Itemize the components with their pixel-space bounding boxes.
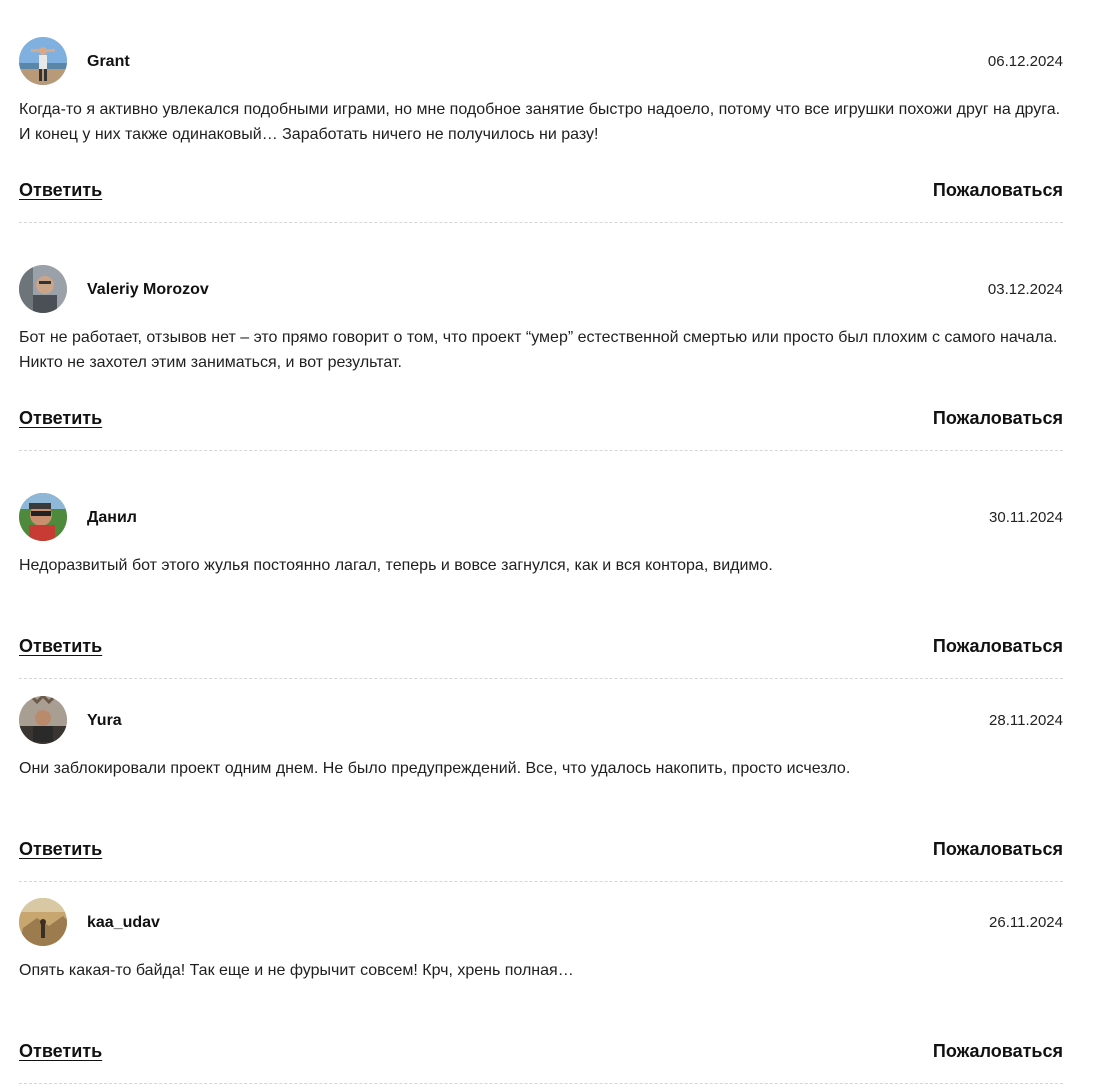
avatar xyxy=(19,898,67,946)
report-link[interactable]: Пожаловаться xyxy=(933,179,1063,201)
comment-text: Когда-то я активно увлекался подобными и… xyxy=(19,101,1061,143)
author-name: Yura xyxy=(87,712,122,729)
comment-text: Бот не работает, отзывов нет – это прямо… xyxy=(19,329,1058,371)
report-link[interactable]: Пожаловаться xyxy=(933,1040,1063,1062)
comment-header: Yura 28.11.2024 xyxy=(19,696,1063,744)
report-link[interactable]: Пожаловаться xyxy=(933,838,1063,860)
avatar xyxy=(19,696,67,744)
avatar xyxy=(19,37,67,85)
reply-link[interactable]: Ответить xyxy=(19,1040,102,1062)
reply-link[interactable]: Ответить xyxy=(19,635,102,657)
comment-header: Grant 06.12.2024 xyxy=(19,37,1063,85)
author-name: Данил xyxy=(87,509,137,526)
comment-text: Они заблокировали проект одним днем. Не … xyxy=(19,760,851,777)
reply-link[interactable]: Ответить xyxy=(19,838,102,860)
comment-item: Данил 30.11.2024 Недоразвитый бот этого … xyxy=(19,493,1063,679)
comment-item: Yura 28.11.2024 Они заблокировали проект… xyxy=(19,696,1063,882)
comment-header: kaa_udav 26.11.2024 xyxy=(19,898,1063,946)
comment-header: Valeriy Morozov 03.12.2024 xyxy=(19,265,1063,313)
comment-date: 28.11.2024 xyxy=(989,712,1063,729)
comment-text: Недоразвитый бот этого жулья постоянно л… xyxy=(19,557,773,574)
reply-link[interactable]: Ответить xyxy=(19,179,102,201)
reply-link[interactable]: Ответить xyxy=(19,407,102,429)
comment-text: Опять какая-то байда! Так еще и не фурыч… xyxy=(19,962,574,979)
comment-date: 26.11.2024 xyxy=(989,914,1063,931)
author-name: Grant xyxy=(87,53,130,70)
comment-item: Valeriy Morozov 03.12.2024 Бот не работа… xyxy=(19,265,1063,451)
report-link[interactable]: Пожаловаться xyxy=(933,635,1063,657)
comment-header: Данил 30.11.2024 xyxy=(19,493,1063,541)
report-link[interactable]: Пожаловаться xyxy=(933,407,1063,429)
comments-list: Grant 06.12.2024 Когда-то я активно увле… xyxy=(0,0,1105,1084)
avatar xyxy=(19,493,67,541)
comment-date: 30.11.2024 xyxy=(989,509,1063,526)
comment-date: 03.12.2024 xyxy=(987,281,1063,298)
comment-date: 06.12.2024 xyxy=(987,53,1063,70)
comment-item: kaa_udav 26.11.2024 Опять какая-то байда… xyxy=(19,898,1063,1084)
comment-item: Grant 06.12.2024 Когда-то я активно увле… xyxy=(19,37,1063,223)
author-name: Valeriy Morozov xyxy=(87,281,209,298)
author-name: kaa_udav xyxy=(87,914,160,931)
avatar xyxy=(19,265,67,313)
